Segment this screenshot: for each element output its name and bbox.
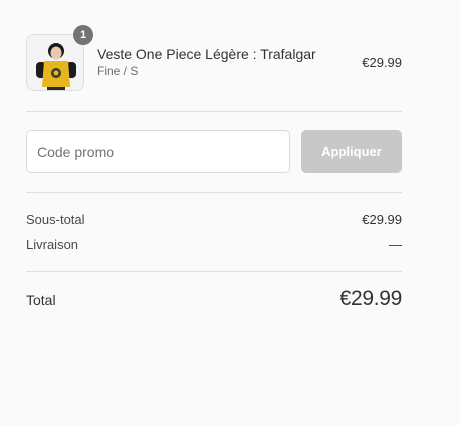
total-label: Total [26,292,56,308]
product-thumbnail-wrapper: 1 [26,25,93,91]
divider [26,192,402,193]
product-variant: Fine / S [97,64,139,78]
subtotal-label: Sous-total [26,212,85,227]
product-name: Veste One Piece Légère : Trafalgar [97,46,316,62]
divider [26,111,402,112]
divider [26,271,402,272]
subtotal-value: €29.99 [362,212,402,227]
apply-promo-button[interactable]: Appliquer [301,130,402,173]
product-image [26,34,84,91]
product-price: €29.99 [362,55,402,70]
promo-code-input[interactable] [26,130,290,173]
shipping-value: — [389,237,402,252]
quantity-badge: 1 [73,25,93,45]
order-summary: 1 Veste One Piece Légère : Trafalgar Fin… [0,0,460,425]
shipping-label: Livraison [26,237,79,252]
total-value: €29.99 [339,287,403,310]
